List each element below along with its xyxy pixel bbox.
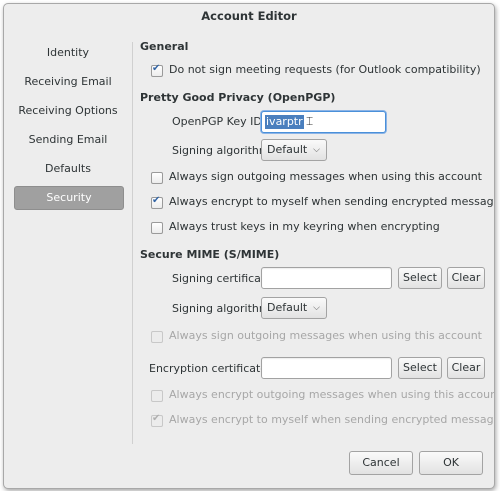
ok-button[interactable]: OK [419, 451, 483, 475]
pgp-trust-keys-checkbox[interactable] [151, 222, 163, 234]
smime-encryption-clear-button[interactable]: Clear [447, 357, 485, 379]
sidebar-item-defaults[interactable]: Defaults [14, 158, 122, 180]
pgp-always-sign-checkbox[interactable] [151, 172, 163, 184]
sidebar-item-receiving-email[interactable]: Receiving Email [14, 71, 122, 93]
smime-heading: Secure MIME (S/MIME) [140, 248, 280, 261]
smime-signing-algorithm-select[interactable]: Default ⌵ [261, 297, 327, 319]
sidebar-item-receiving-options[interactable]: Receiving Options [14, 100, 122, 122]
chevron-down-icon: ⌵ [313, 303, 320, 313]
account-editor-window: Account Editor Identity Receiving Email … [3, 3, 495, 489]
sidebar-item-identity[interactable]: Identity [14, 42, 122, 64]
pgp-always-sign-label[interactable]: Always sign outgoing messages when using… [169, 170, 482, 183]
pgp-signing-algorithm-select[interactable]: Default ⌵ [261, 139, 327, 161]
pgp-encrypt-self-label[interactable]: Always encrypt to myself when sending en… [169, 195, 494, 208]
smime-signing-algorithm-value: Default [267, 301, 308, 314]
cancel-button[interactable]: Cancel [349, 451, 413, 475]
smime-encryption-select-button[interactable]: Select [398, 357, 442, 379]
text-cursor-icon: ⌶ [306, 114, 314, 128]
general-heading: General [140, 40, 189, 53]
pgp-heading: Pretty Good Privacy (OpenPGP) [140, 91, 336, 104]
smime-always-sign-checkbox[interactable] [151, 331, 163, 343]
smime-always-encrypt-label[interactable]: Always encrypt outgoing messages when us… [169, 388, 494, 401]
smime-signing-select-button[interactable]: Select [398, 267, 442, 289]
no-sign-meeting-checkbox[interactable] [151, 63, 163, 77]
smime-encryption-cert-input[interactable] [261, 357, 392, 379]
smime-encrypt-self-checkbox[interactable] [151, 413, 163, 427]
no-sign-meeting-label[interactable]: Do not sign meeting requests (for Outloo… [169, 63, 481, 76]
pgp-signing-algorithm-value: Default [267, 143, 308, 156]
smime-signing-cert-input[interactable] [261, 267, 392, 289]
sidebar: Identity Receiving Email Receiving Optio… [4, 30, 132, 445]
window-title: Account Editor [201, 9, 297, 23]
smime-signing-clear-button[interactable]: Clear [447, 267, 485, 289]
smime-always-encrypt-checkbox[interactable] [151, 390, 163, 402]
sidebar-item-security[interactable]: Security [14, 186, 124, 210]
smime-signing-algorithm-label: Signing algorithm: [172, 302, 274, 315]
pgp-key-id-input[interactable]: ivarptr ⌶ [261, 111, 386, 133]
pgp-encrypt-self-checkbox[interactable] [151, 195, 163, 209]
chevron-down-icon: ⌵ [313, 145, 320, 155]
smime-encryption-cert-label: Encryption certificate: [149, 362, 271, 375]
sidebar-item-sending-email[interactable]: Sending Email [14, 129, 122, 151]
smime-encrypt-self-label[interactable]: Always encrypt to myself when sending en… [169, 413, 494, 426]
sidebar-divider [132, 42, 133, 444]
smime-always-sign-label[interactable]: Always sign outgoing messages when using… [169, 329, 482, 342]
pgp-trust-keys-label[interactable]: Always trust keys in my keyring when enc… [169, 220, 440, 233]
pgp-key-id-value: ivarptr [265, 115, 304, 129]
pgp-signing-algorithm-label: Signing algorithm: [172, 144, 274, 157]
pgp-key-id-label: OpenPGP Key ID: [172, 115, 266, 128]
